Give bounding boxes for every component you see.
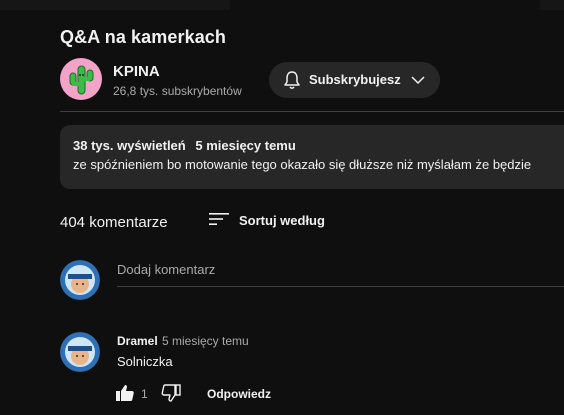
current-user-avatar xyxy=(60,260,100,300)
comment-author-avatar[interactable] xyxy=(60,332,100,372)
subscribe-button[interactable]: Subskrybujesz xyxy=(269,62,440,98)
subscriber-count: 26,8 tys. subskrybentów xyxy=(113,84,242,98)
thumbs-down-icon[interactable] xyxy=(161,384,181,407)
sort-icon xyxy=(208,210,230,233)
comment-time[interactable]: 5 miesięcy temu xyxy=(162,334,249,348)
description-text: ze spóźnieniem bo motowanie tego okazało… xyxy=(73,157,532,172)
comment-text: Solniczka xyxy=(117,354,173,369)
cactus-icon xyxy=(69,65,94,95)
top-bar-strip-right xyxy=(540,0,564,10)
thumbs-up-icon[interactable] xyxy=(115,384,135,407)
description-box[interactable]: 38 tys. wyświetleń 5 miesięcy temu ze sp… xyxy=(60,125,564,189)
sort-button[interactable]: Sortuj według xyxy=(208,210,325,233)
header-divider xyxy=(60,111,564,112)
view-count: 38 tys. wyświetleń xyxy=(73,138,186,153)
comment-count: 404 komentarze xyxy=(60,214,168,231)
like-count: 1 xyxy=(141,387,148,401)
upload-date: 5 miesięcy temu xyxy=(195,138,296,153)
chevron-down-icon xyxy=(411,73,425,90)
top-bar-strip xyxy=(0,0,230,10)
reply-button[interactable]: Odpowiedz xyxy=(207,387,271,401)
description-meta: 38 tys. wyświetleń 5 miesięcy temu xyxy=(73,138,302,153)
comment-author[interactable]: Dramel xyxy=(117,334,158,348)
sort-label: Sortuj według xyxy=(239,213,325,228)
user-avatar-image xyxy=(60,260,100,300)
channel-name[interactable]: KPINA xyxy=(113,63,160,80)
channel-avatar[interactable] xyxy=(60,58,102,100)
video-title: Q&A na kamerkach xyxy=(60,27,227,47)
user-avatar-image xyxy=(60,332,100,372)
add-comment-input[interactable]: Dodaj komentarz xyxy=(117,262,564,287)
subscribe-label: Subskrybujesz xyxy=(309,72,401,87)
bell-icon xyxy=(283,70,301,93)
